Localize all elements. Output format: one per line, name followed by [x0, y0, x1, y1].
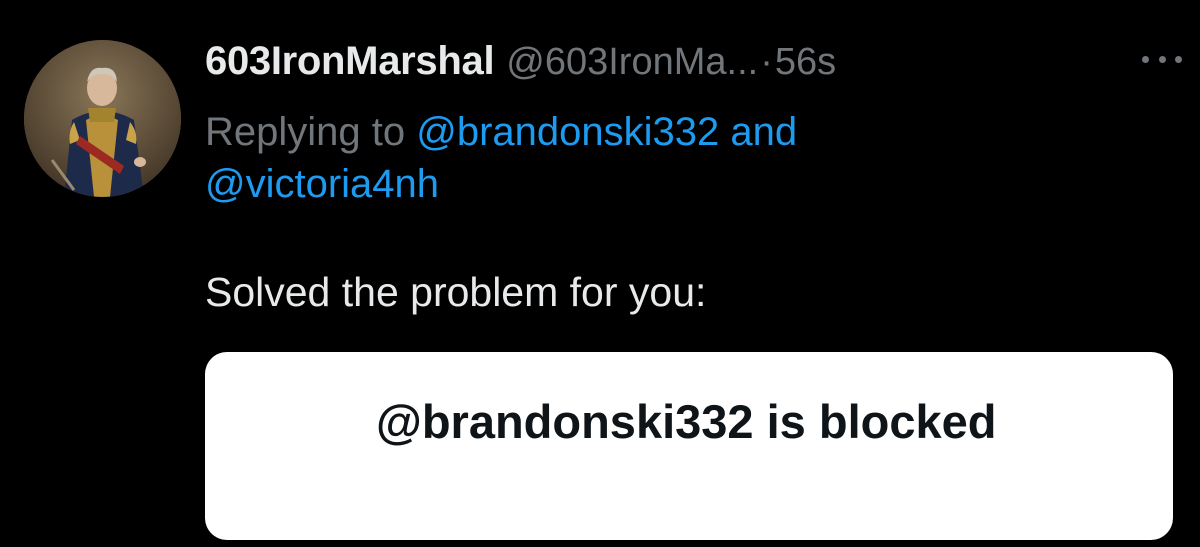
separator-dot: ·	[760, 41, 773, 83]
ellipsis-icon[interactable]	[1142, 44, 1182, 74]
replying-to: Replying to @brandonski332 and @victoria4…	[205, 106, 1105, 210]
ellipsis-dot	[1175, 55, 1182, 63]
blocked-mention: @brandonski332	[376, 395, 754, 448]
user-handle[interactable]: @603IronMa...	[506, 37, 758, 87]
tweet-header: 603IronMarshal @603IronMa... · 56s	[205, 36, 836, 86]
ellipsis-dot	[1158, 55, 1166, 63]
mention-link[interactable]: @victoria4nh	[205, 162, 439, 206]
tweet[interactable]: 603IronMarshal @603IronMa... · 56s Reply…	[0, 0, 1200, 547]
replying-and: and	[719, 110, 798, 154]
blocked-message: @brandonski332 is blocked	[376, 394, 1076, 449]
blocked-text: is blocked	[753, 395, 997, 448]
display-name[interactable]: 603IronMarshal	[205, 36, 495, 86]
portrait-avatar	[24, 40, 181, 197]
replying-prefix: Replying to	[205, 110, 417, 154]
mention-link[interactable]: @brandonski332	[416, 110, 719, 154]
ellipsis-dot	[1142, 55, 1149, 63]
tweet-text: Solved the problem for you:	[205, 269, 707, 315]
embedded-image[interactable]: @brandonski332 is blocked	[205, 352, 1173, 540]
timestamp[interactable]: 56s	[775, 37, 836, 87]
avatar[interactable]	[24, 40, 181, 197]
